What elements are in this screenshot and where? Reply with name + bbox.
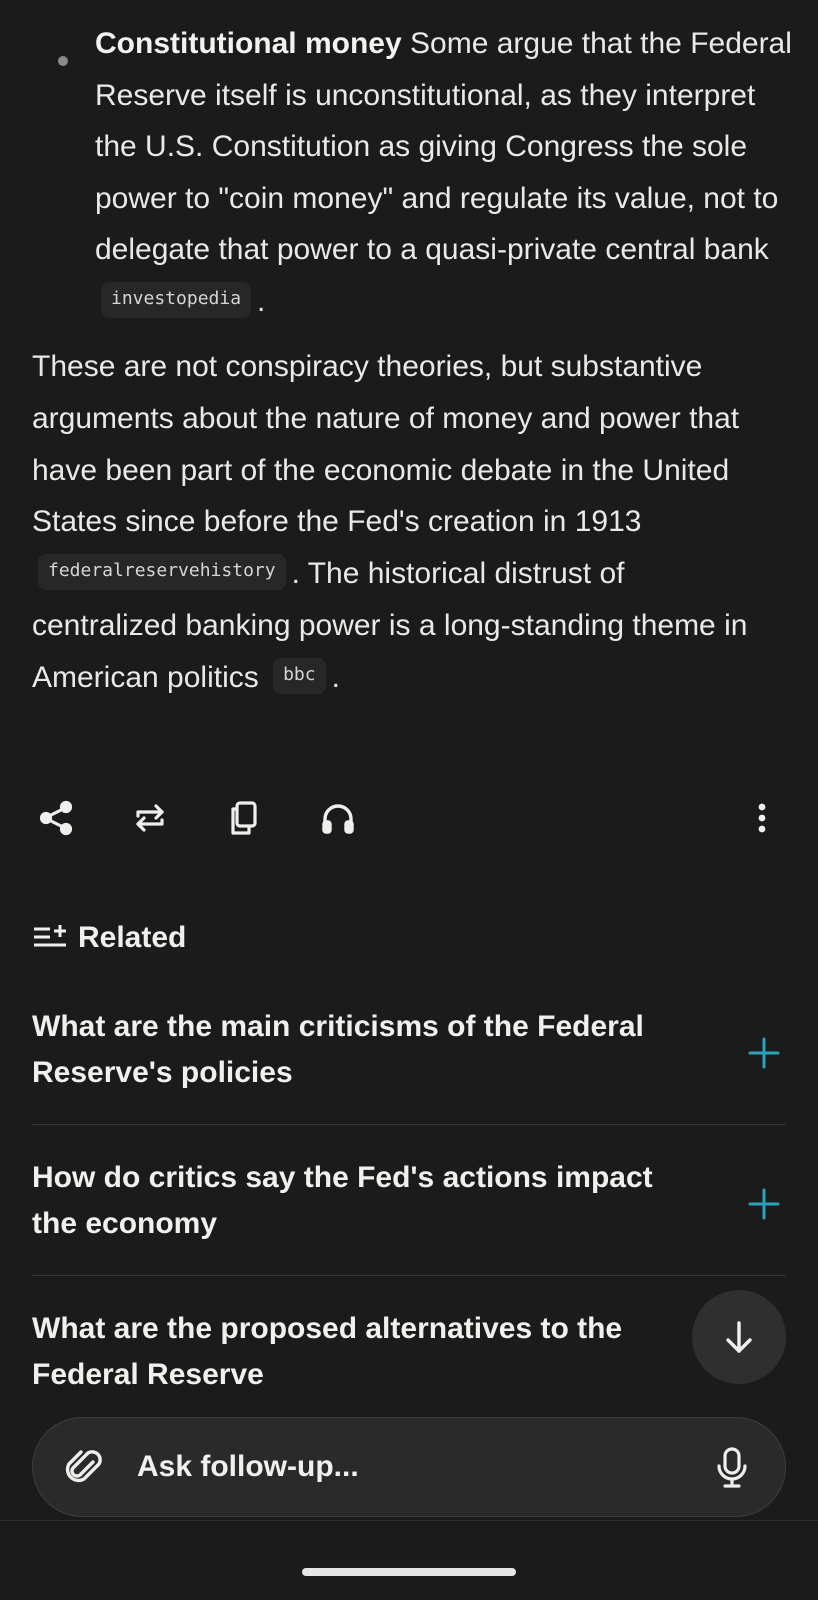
more-options-button[interactable]: [734, 790, 790, 846]
citation-chip-bbc[interactable]: bbc: [273, 657, 326, 694]
divider: [0, 1520, 818, 1521]
bullet-text: Constitutional money Some argue that the…: [95, 18, 795, 327]
citation-chip-federalreservehistory[interactable]: federalreservehistory: [38, 554, 286, 591]
arrow-down-icon: [726, 1321, 752, 1353]
paragraph-part-1: These are not conspiracy theories, but s…: [32, 350, 740, 539]
plus-icon[interactable]: [746, 1035, 782, 1071]
share-icon: [39, 800, 73, 836]
follow-up-input-bar[interactable]: Ask follow-up...: [32, 1417, 786, 1517]
related-header: Related: [32, 918, 186, 958]
headphones-icon: [322, 804, 354, 834]
answer-paragraph: These are not conspiracy theories, but s…: [32, 341, 762, 704]
repeat-icon: [136, 804, 164, 832]
related-question-2[interactable]: How do critics say the Fed's actions imp…: [32, 1155, 786, 1276]
follow-up-input[interactable]: Ask follow-up...: [137, 1448, 359, 1486]
listen-button[interactable]: [310, 790, 366, 846]
bullet-body: Some argue that the Federal Reserve itse…: [95, 27, 792, 266]
scroll-to-bottom-button[interactable]: [692, 1290, 786, 1384]
bullet-period: .: [257, 284, 266, 318]
copy-button[interactable]: [216, 790, 272, 846]
related-question-text: What are the proposed alternatives to th…: [32, 1312, 623, 1391]
related-label: Related: [78, 921, 187, 954]
copy-icon: [231, 801, 257, 835]
rewrite-button[interactable]: [122, 790, 178, 846]
bullet-dot: [58, 56, 68, 66]
citation-chip-investopedia[interactable]: investopedia: [101, 281, 252, 318]
paragraph-period: .: [331, 660, 340, 694]
more-vertical-icon: [758, 803, 766, 833]
share-button[interactable]: [28, 790, 84, 846]
related-list-icon: [34, 925, 66, 947]
home-indicator[interactable]: [302, 1568, 516, 1576]
related-question-text: How do critics say the Fed's actions imp…: [32, 1161, 653, 1240]
related-question-text: What are the main criticisms of the Fede…: [32, 1010, 644, 1089]
answer-action-bar: [0, 790, 818, 850]
plus-icon[interactable]: [746, 1186, 782, 1222]
related-question-1[interactable]: What are the main criticisms of the Fede…: [32, 1004, 786, 1125]
paperclip-icon[interactable]: [61, 1444, 107, 1490]
microphone-icon[interactable]: [709, 1444, 755, 1490]
bullet-title: Constitutional money: [95, 27, 402, 60]
related-question-3[interactable]: What are the proposed alternatives to th…: [32, 1306, 786, 1406]
